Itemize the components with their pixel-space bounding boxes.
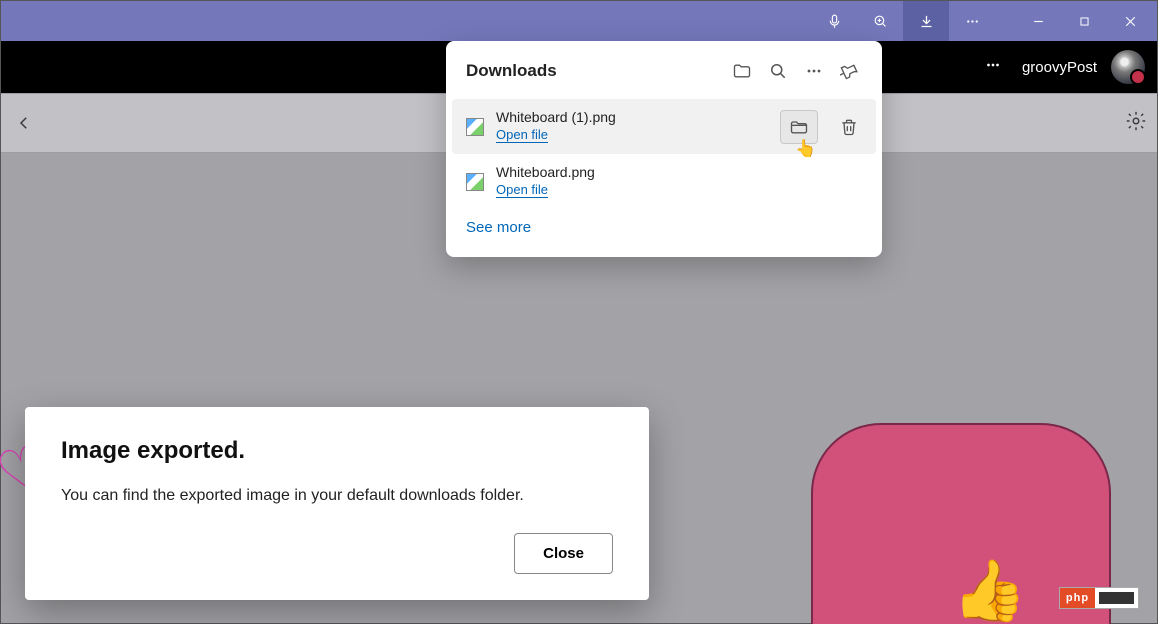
minimize-icon[interactable]	[1015, 1, 1061, 41]
delete-icon[interactable]	[830, 110, 868, 144]
gear-icon[interactable]	[1125, 110, 1147, 137]
pin-icon[interactable]	[832, 53, 868, 89]
open-file-link[interactable]: Open file	[496, 182, 548, 198]
open-file-link[interactable]: Open file	[496, 127, 548, 143]
avatar[interactable]	[1111, 50, 1145, 84]
search-icon[interactable]	[760, 53, 796, 89]
dialog-title: Image exported.	[61, 437, 613, 465]
folder-icon[interactable]	[724, 53, 760, 89]
download-item[interactable]: Whiteboard (1).png Open file 👆	[452, 99, 876, 154]
watermark: php	[1059, 587, 1139, 609]
ellipsis-icon[interactable]	[949, 1, 995, 41]
export-dialog: Image exported. You can find the exporte…	[25, 407, 649, 600]
thumbs-up-icon: 👍	[952, 561, 1027, 621]
username-label: groovyPost	[1022, 59, 1097, 76]
download-icon[interactable]	[903, 1, 949, 41]
close-button[interactable]: Close	[514, 533, 613, 574]
file-thumb-icon	[466, 173, 484, 191]
downloads-title: Downloads	[466, 61, 724, 81]
download-item[interactable]: Whiteboard.png Open file	[446, 154, 882, 209]
show-in-folder-icon[interactable]: 👆	[780, 110, 818, 144]
back-icon[interactable]	[1, 114, 47, 132]
file-name: Whiteboard.png	[496, 164, 868, 180]
mic-icon[interactable]	[811, 1, 857, 41]
zoom-icon[interactable]	[857, 1, 903, 41]
see-more-link[interactable]: See more	[466, 219, 531, 236]
file-thumb-icon	[466, 118, 484, 136]
restore-icon[interactable]	[1061, 1, 1107, 41]
downloads-panel: Downloads Whiteboard (1).png Open file 👆…	[446, 41, 882, 257]
watermark-text: php	[1060, 588, 1095, 608]
dialog-body: You can find the exported image in your …	[61, 487, 613, 505]
close-icon[interactable]	[1107, 1, 1153, 41]
teams-ellipsis-icon[interactable]	[978, 50, 1008, 85]
ellipsis-icon[interactable]	[796, 53, 832, 89]
browser-titlebar	[1, 1, 1157, 41]
file-name: Whiteboard (1).png	[496, 109, 768, 125]
